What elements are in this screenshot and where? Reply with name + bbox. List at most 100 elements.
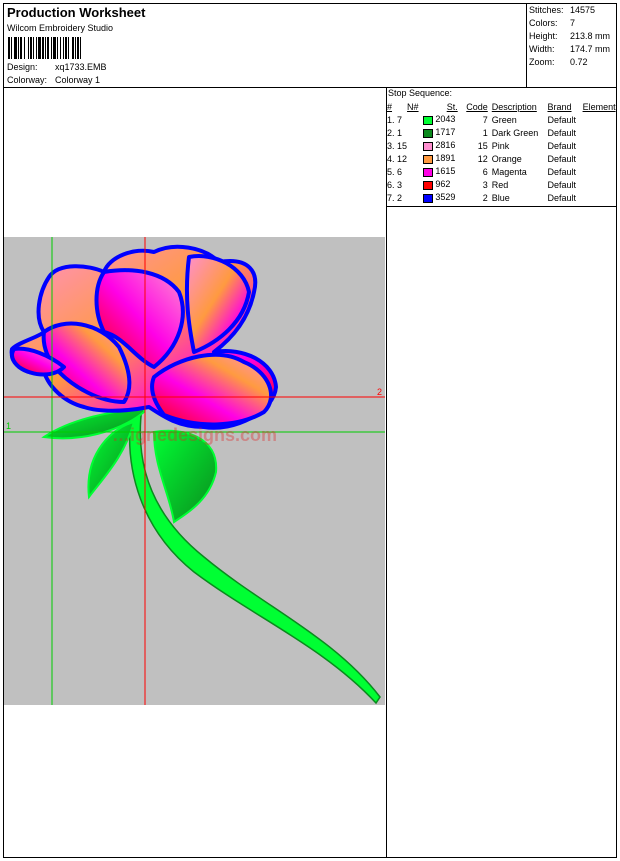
stop-row: 3. 15 2816 15 Pink Default xyxy=(387,139,620,152)
stop-stitches: 2043 xyxy=(423,113,459,126)
stat-width: Width: 174.7 mm xyxy=(529,44,611,54)
stop-brand: Default xyxy=(547,153,577,164)
header-divider xyxy=(3,87,617,88)
colorway-label: Colorway: xyxy=(7,75,48,85)
stop-needle xyxy=(407,152,423,165)
stop-description: Green xyxy=(491,114,517,125)
stop-needle xyxy=(407,165,423,178)
col-brand: Brand xyxy=(547,101,572,112)
stop-row: 1. 7 2043 7 Green Default xyxy=(387,113,620,126)
color-swatch xyxy=(423,141,434,151)
col-description: Description xyxy=(491,101,537,112)
design-label: Design: xyxy=(7,62,38,72)
stop-row: 6. 3 962 3 Red Default xyxy=(387,178,620,191)
stat-height: Height: 213.8 mm xyxy=(529,31,611,41)
barcode xyxy=(8,37,131,59)
design-value: xq1733.EMB xyxy=(55,62,107,72)
stop-code: 3 xyxy=(482,179,488,190)
stop-description: Pink xyxy=(491,140,510,151)
stitch-count: 1717 xyxy=(435,127,456,138)
stop-num: 1. 7 xyxy=(387,114,403,125)
stop-stitches: 962 xyxy=(423,178,459,191)
worksheet-title: Production Worksheet xyxy=(7,5,146,20)
stop-brand: Default xyxy=(547,179,577,190)
stop-row: 5. 6 1615 6 Magenta Default xyxy=(387,165,620,178)
stop-row: 2. 1 1717 1 Dark Green Default xyxy=(387,126,620,139)
stitch-count: 1891 xyxy=(435,153,456,164)
stop-num: 2. 1 xyxy=(387,127,403,138)
stop-description: Red xyxy=(491,179,509,190)
stat-stitches: Stitches: 14575 xyxy=(529,5,596,15)
stop-element xyxy=(583,126,620,139)
color-swatch xyxy=(423,128,434,138)
stop-brand: Default xyxy=(547,127,577,138)
software-name: Wilcom Embroidery Studio xyxy=(7,23,114,33)
col-code: Code xyxy=(466,101,488,112)
stop-sequence-title: Stop Sequence: xyxy=(388,88,453,98)
stop-num: 3. 15 xyxy=(387,140,408,151)
stop-code: 7 xyxy=(482,114,488,125)
stop-needle xyxy=(407,126,423,139)
stop-sequence-table: # N# St. Code Description Brand Element … xyxy=(387,100,620,204)
stop-element xyxy=(583,152,620,165)
stitch-count: 3529 xyxy=(435,192,456,203)
stop-code: 12 xyxy=(477,153,488,164)
stitch-count: 1615 xyxy=(435,166,456,177)
stitch-count: 962 xyxy=(435,179,451,190)
stop-row: 7. 2 3529 2 Blue Default xyxy=(387,191,620,204)
col-needle: N# xyxy=(407,101,419,112)
stop-code: 15 xyxy=(477,140,488,151)
stop-description: Blue xyxy=(491,192,510,203)
stop-description: Orange xyxy=(491,153,522,164)
stop-code: 2 xyxy=(482,192,488,203)
stop-stitches: 2816 xyxy=(423,139,459,152)
col-element: Element xyxy=(582,101,616,112)
stop-needle xyxy=(407,139,423,152)
color-swatch xyxy=(423,180,434,190)
stat-colors: Colors: 7 xyxy=(529,18,576,28)
stop-row: 4. 12 1891 12 Orange Default xyxy=(387,152,620,165)
stop-stitches: 3529 xyxy=(423,191,459,204)
col-num: # xyxy=(387,101,393,112)
stop-element xyxy=(583,139,620,152)
stop-needle xyxy=(407,113,423,126)
stop-brand: Default xyxy=(547,140,577,151)
stop-needle xyxy=(407,178,423,191)
stop-num: 7. 2 xyxy=(387,192,403,203)
stop-description: Magenta xyxy=(491,166,527,177)
stop-code: 6 xyxy=(482,166,488,177)
stop-description: Dark Green xyxy=(491,127,539,138)
guide-marker-1: 1 xyxy=(6,421,11,431)
watermark: …ignedesigns.com xyxy=(112,425,277,445)
design-preview: 1 2 …ignedesigns.com xyxy=(4,237,385,705)
stop-brand: Default xyxy=(547,114,577,125)
color-swatch xyxy=(423,167,434,177)
stop-num: 5. 6 xyxy=(387,166,403,177)
stop-needle xyxy=(407,191,423,204)
stop-element xyxy=(583,191,620,204)
stop-table-header: # N# St. Code Description Brand Element xyxy=(387,100,620,113)
colorway-value: Colorway 1 xyxy=(55,75,101,85)
guide-marker-2: 2 xyxy=(377,387,382,397)
stop-element xyxy=(583,113,620,126)
stat-zoom: Zoom: 0.72 xyxy=(529,57,588,67)
color-swatch xyxy=(423,115,434,125)
color-swatch xyxy=(423,154,434,164)
rose-embroidery-image: 1 2 …ignedesigns.com xyxy=(4,237,385,705)
stop-num: 4. 12 xyxy=(387,153,408,164)
stitch-count: 2043 xyxy=(435,114,456,125)
design-stats: Stitches: 14575 Colors: 7 Height: 213.8 mm … xyxy=(529,5,610,70)
stop-stitches: 1891 xyxy=(423,152,459,165)
stop-element xyxy=(583,178,620,191)
stats-divider xyxy=(526,3,527,87)
color-swatch xyxy=(423,193,434,203)
stop-element xyxy=(583,165,620,178)
stops-divider xyxy=(386,206,617,207)
stop-code: 1 xyxy=(482,127,488,138)
col-stitches: St. xyxy=(446,101,458,112)
stop-num: 6. 3 xyxy=(387,179,403,190)
stitch-count: 2816 xyxy=(435,140,456,151)
stop-stitches: 1615 xyxy=(423,165,459,178)
stop-brand: Default xyxy=(547,192,577,203)
stop-stitches: 1717 xyxy=(423,126,459,139)
